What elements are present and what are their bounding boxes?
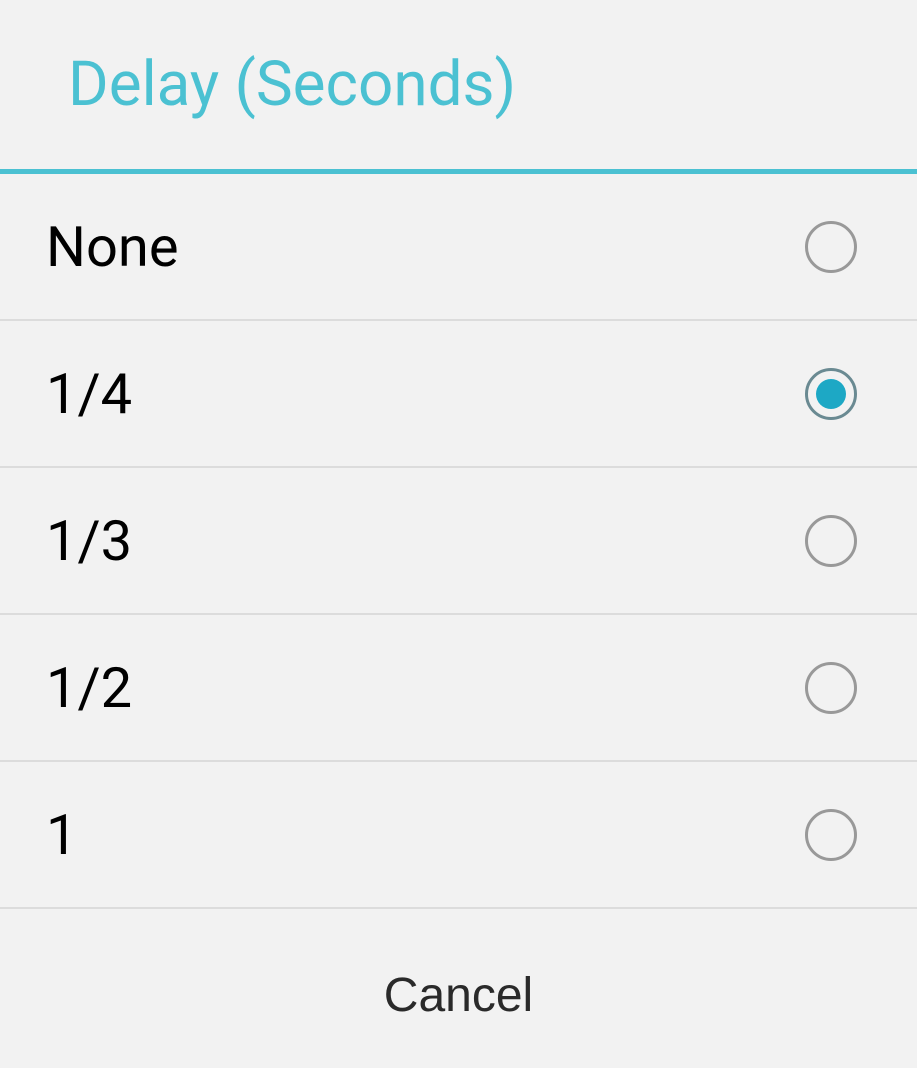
radio-icon — [805, 221, 857, 273]
option-none[interactable]: None — [0, 174, 917, 321]
dialog-title: Delay (Seconds) — [68, 48, 917, 121]
cancel-button[interactable]: Cancel — [384, 968, 533, 1023]
dialog-footer[interactable]: Cancel — [0, 923, 917, 1068]
radio-icon — [805, 662, 857, 714]
option-label: 1/2 — [46, 655, 132, 721]
option-label: 1 — [46, 802, 77, 868]
radio-icon — [805, 809, 857, 861]
delay-dialog: Delay (Seconds) None 1/4 1/3 1/2 1 Cance… — [0, 0, 917, 1068]
option-list: None 1/4 1/3 1/2 1 — [0, 174, 917, 923]
radio-icon — [805, 368, 857, 420]
dialog-header: Delay (Seconds) — [0, 0, 917, 174]
option-label: 1/3 — [46, 508, 132, 574]
option-third[interactable]: 1/3 — [0, 468, 917, 615]
option-one[interactable]: 1 — [0, 762, 917, 909]
radio-icon — [805, 515, 857, 567]
option-label: None — [46, 214, 179, 280]
option-quarter[interactable]: 1/4 — [0, 321, 917, 468]
option-half[interactable]: 1/2 — [0, 615, 917, 762]
option-label: 1/4 — [46, 361, 132, 427]
